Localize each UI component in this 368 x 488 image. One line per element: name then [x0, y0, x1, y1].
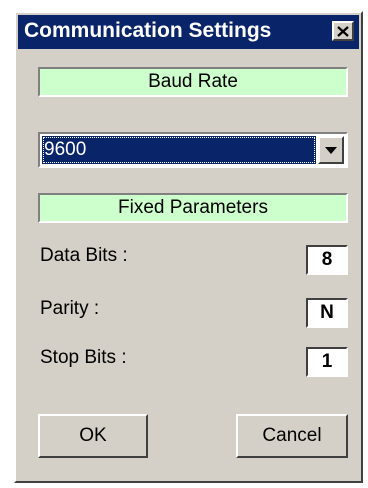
baud-rate-value[interactable]: 9600 — [42, 136, 316, 164]
stop-bits-label: Stop Bits : — [40, 347, 127, 368]
communication-settings-dialog: Communication Settings Baud Rate 9600 Fi… — [14, 11, 363, 483]
fixed-parameters-header: Fixed Parameters — [38, 193, 348, 223]
parity-label: Parity : — [40, 298, 100, 319]
window-title: Communication Settings — [24, 19, 272, 42]
title-bar[interactable]: Communication Settings — [18, 15, 359, 49]
chevron-down-icon — [325, 146, 337, 154]
cancel-button[interactable]: Cancel — [236, 414, 348, 458]
stop-bits-value: 1 — [306, 347, 348, 377]
close-button[interactable] — [332, 21, 354, 41]
data-bits-label: Data Bits : — [40, 245, 128, 266]
baud-rate-select[interactable]: 9600 — [38, 132, 348, 168]
data-bits-value: 8 — [306, 245, 348, 275]
parity-value: N — [306, 298, 348, 328]
baud-rate-header: Baud Rate — [38, 67, 348, 97]
close-icon — [337, 25, 349, 37]
dropdown-button[interactable] — [318, 136, 344, 164]
ok-button[interactable]: OK — [38, 414, 148, 458]
